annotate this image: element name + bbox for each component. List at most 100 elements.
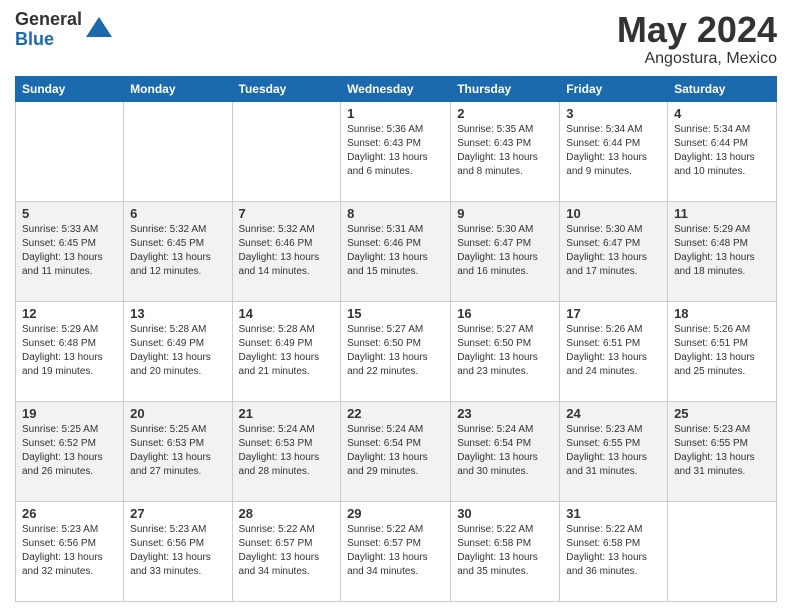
day-info: Sunrise: 5:22 AM Sunset: 6:58 PM Dayligh…: [457, 523, 553, 579]
day-number: 2: [457, 106, 553, 121]
day-number: 12: [22, 306, 117, 321]
day-cell-3-5: 24 Sunrise: 5:23 AM Sunset: 6:55 PM Dayli…: [560, 401, 668, 501]
day-info: Sunrise: 5:32 AM Sunset: 6:46 PM Dayligh…: [239, 223, 335, 279]
day-cell-1-0: 5 Sunrise: 5:33 AM Sunset: 6:45 PM Daylig…: [16, 201, 124, 301]
day-info: Sunrise: 5:24 AM Sunset: 6:53 PM Dayligh…: [239, 423, 335, 479]
day-number: 24: [566, 406, 661, 421]
day-info: Sunrise: 5:22 AM Sunset: 6:57 PM Dayligh…: [239, 523, 335, 579]
day-info: Sunrise: 5:25 AM Sunset: 6:52 PM Dayligh…: [22, 423, 117, 479]
day-cell-2-3: 15 Sunrise: 5:27 AM Sunset: 6:50 PM Dayli…: [341, 301, 451, 401]
logo-blue: Blue: [15, 30, 82, 50]
day-number: 22: [347, 406, 444, 421]
day-info: Sunrise: 5:29 AM Sunset: 6:48 PM Dayligh…: [674, 223, 770, 279]
day-cell-1-6: 11 Sunrise: 5:29 AM Sunset: 6:48 PM Dayli…: [668, 201, 777, 301]
day-info: Sunrise: 5:22 AM Sunset: 6:57 PM Dayligh…: [347, 523, 444, 579]
day-number: 19: [22, 406, 117, 421]
title-block: May 2024 Angostura, Mexico: [617, 10, 777, 68]
calendar-header: Sunday Monday Tuesday Wednesday Thursday…: [16, 76, 777, 101]
day-cell-2-4: 16Sunrise: 5:27 AM Sunset: 6:50 PM Dayli…: [451, 301, 560, 401]
day-cell-0-3: 1Sunrise: 5:36 AM Sunset: 6:43 PM Daylig…: [341, 101, 451, 201]
day-number: 16: [457, 306, 553, 321]
day-info: Sunrise: 5:29 AM Sunset: 6:48 PM Dayligh…: [22, 323, 117, 379]
day-number: 28: [239, 506, 335, 521]
day-number: 21: [239, 406, 335, 421]
logo: General Blue: [15, 10, 114, 50]
header: General Blue May 2024 Angostura, Mexico: [15, 10, 777, 68]
header-wednesday: Wednesday: [341, 76, 451, 101]
day-cell-2-6: 18 Sunrise: 5:26 AM Sunset: 6:51 PM Dayli…: [668, 301, 777, 401]
day-cell-4-1: 27Sunrise: 5:23 AM Sunset: 6:56 PM Dayli…: [124, 501, 232, 601]
day-cell-4-6: [668, 501, 777, 601]
day-number: 11: [674, 206, 770, 221]
day-number: 17: [566, 306, 661, 321]
day-cell-3-2: 21 Sunrise: 5:24 AM Sunset: 6:53 PM Dayli…: [232, 401, 341, 501]
day-cell-0-0: [16, 101, 124, 201]
day-number: 5: [22, 206, 117, 221]
calendar: Sunday Monday Tuesday Wednesday Thursday…: [15, 76, 777, 602]
header-thursday: Thursday: [451, 76, 560, 101]
day-number: 3: [566, 106, 661, 121]
day-info: Sunrise: 5:32 AM Sunset: 6:45 PM Dayligh…: [130, 223, 225, 279]
day-info: Sunrise: 5:34 AM Sunset: 6:44 PM Dayligh…: [674, 123, 770, 179]
day-cell-1-2: 7 Sunrise: 5:32 AM Sunset: 6:46 PM Daylig…: [232, 201, 341, 301]
day-number: 8: [347, 206, 444, 221]
day-number: 15: [347, 306, 444, 321]
day-info: Sunrise: 5:31 AM Sunset: 6:46 PM Dayligh…: [347, 223, 444, 279]
day-cell-3-3: 22Sunrise: 5:24 AM Sunset: 6:54 PM Dayli…: [341, 401, 451, 501]
day-cell-1-5: 10Sunrise: 5:30 AM Sunset: 6:47 PM Dayli…: [560, 201, 668, 301]
month-title: May 2024: [617, 10, 777, 50]
day-info: Sunrise: 5:26 AM Sunset: 6:51 PM Dayligh…: [566, 323, 661, 379]
day-number: 26: [22, 506, 117, 521]
day-info: Sunrise: 5:22 AM Sunset: 6:58 PM Dayligh…: [566, 523, 661, 579]
day-cell-0-4: 2 Sunrise: 5:35 AM Sunset: 6:43 PM Daylig…: [451, 101, 560, 201]
week-row-3: 19 Sunrise: 5:25 AM Sunset: 6:52 PM Dayli…: [16, 401, 777, 501]
day-number: 18: [674, 306, 770, 321]
day-number: 14: [239, 306, 335, 321]
day-number: 31: [566, 506, 661, 521]
day-cell-1-4: 9Sunrise: 5:30 AM Sunset: 6:47 PM Daylig…: [451, 201, 560, 301]
logo-icon: [84, 15, 114, 45]
day-number: 23: [457, 406, 553, 421]
day-cell-0-6: 4 Sunrise: 5:34 AM Sunset: 6:44 PM Daylig…: [668, 101, 777, 201]
week-row-0: 1Sunrise: 5:36 AM Sunset: 6:43 PM Daylig…: [16, 101, 777, 201]
day-cell-0-2: [232, 101, 341, 201]
day-cell-1-3: 8 Sunrise: 5:31 AM Sunset: 6:46 PM Daylig…: [341, 201, 451, 301]
day-number: 29: [347, 506, 444, 521]
logo-general: General: [15, 10, 82, 30]
day-info: Sunrise: 5:26 AM Sunset: 6:51 PM Dayligh…: [674, 323, 770, 379]
week-row-4: 26 Sunrise: 5:23 AM Sunset: 6:56 PM Dayli…: [16, 501, 777, 601]
header-friday: Friday: [560, 76, 668, 101]
day-number: 30: [457, 506, 553, 521]
day-number: 6: [130, 206, 225, 221]
day-info: Sunrise: 5:24 AM Sunset: 6:54 PM Dayligh…: [457, 423, 553, 479]
header-monday: Monday: [124, 76, 232, 101]
day-cell-2-2: 14 Sunrise: 5:28 AM Sunset: 6:49 PM Dayli…: [232, 301, 341, 401]
day-info: Sunrise: 5:28 AM Sunset: 6:49 PM Dayligh…: [130, 323, 225, 379]
day-number: 20: [130, 406, 225, 421]
header-row: Sunday Monday Tuesday Wednesday Thursday…: [16, 76, 777, 101]
day-info: Sunrise: 5:28 AM Sunset: 6:49 PM Dayligh…: [239, 323, 335, 379]
day-info: Sunrise: 5:23 AM Sunset: 6:56 PM Dayligh…: [22, 523, 117, 579]
day-number: 9: [457, 206, 553, 221]
day-cell-0-5: 3 Sunrise: 5:34 AM Sunset: 6:44 PM Daylig…: [560, 101, 668, 201]
location: Angostura, Mexico: [617, 50, 777, 68]
day-cell-4-3: 29 Sunrise: 5:22 AM Sunset: 6:57 PM Dayli…: [341, 501, 451, 601]
day-number: 7: [239, 206, 335, 221]
day-cell-4-5: 31 Sunrise: 5:22 AM Sunset: 6:58 PM Dayli…: [560, 501, 668, 601]
day-info: Sunrise: 5:33 AM Sunset: 6:45 PM Dayligh…: [22, 223, 117, 279]
day-info: Sunrise: 5:27 AM Sunset: 6:50 PM Dayligh…: [347, 323, 444, 379]
calendar-table: Sunday Monday Tuesday Wednesday Thursday…: [15, 76, 777, 602]
day-info: Sunrise: 5:23 AM Sunset: 6:56 PM Dayligh…: [130, 523, 225, 579]
day-info: Sunrise: 5:34 AM Sunset: 6:44 PM Dayligh…: [566, 123, 661, 179]
day-info: Sunrise: 5:23 AM Sunset: 6:55 PM Dayligh…: [566, 423, 661, 479]
day-cell-1-1: 6 Sunrise: 5:32 AM Sunset: 6:45 PM Daylig…: [124, 201, 232, 301]
logo-text: General Blue: [15, 10, 82, 50]
day-info: Sunrise: 5:23 AM Sunset: 6:55 PM Dayligh…: [674, 423, 770, 479]
day-cell-2-1: 13Sunrise: 5:28 AM Sunset: 6:49 PM Dayli…: [124, 301, 232, 401]
day-cell-3-6: 25Sunrise: 5:23 AM Sunset: 6:55 PM Dayli…: [668, 401, 777, 501]
day-info: Sunrise: 5:35 AM Sunset: 6:43 PM Dayligh…: [457, 123, 553, 179]
day-number: 4: [674, 106, 770, 121]
header-saturday: Saturday: [668, 76, 777, 101]
page: General Blue May 2024 Angostura, Mexico …: [0, 0, 792, 612]
week-row-1: 5 Sunrise: 5:33 AM Sunset: 6:45 PM Daylig…: [16, 201, 777, 301]
